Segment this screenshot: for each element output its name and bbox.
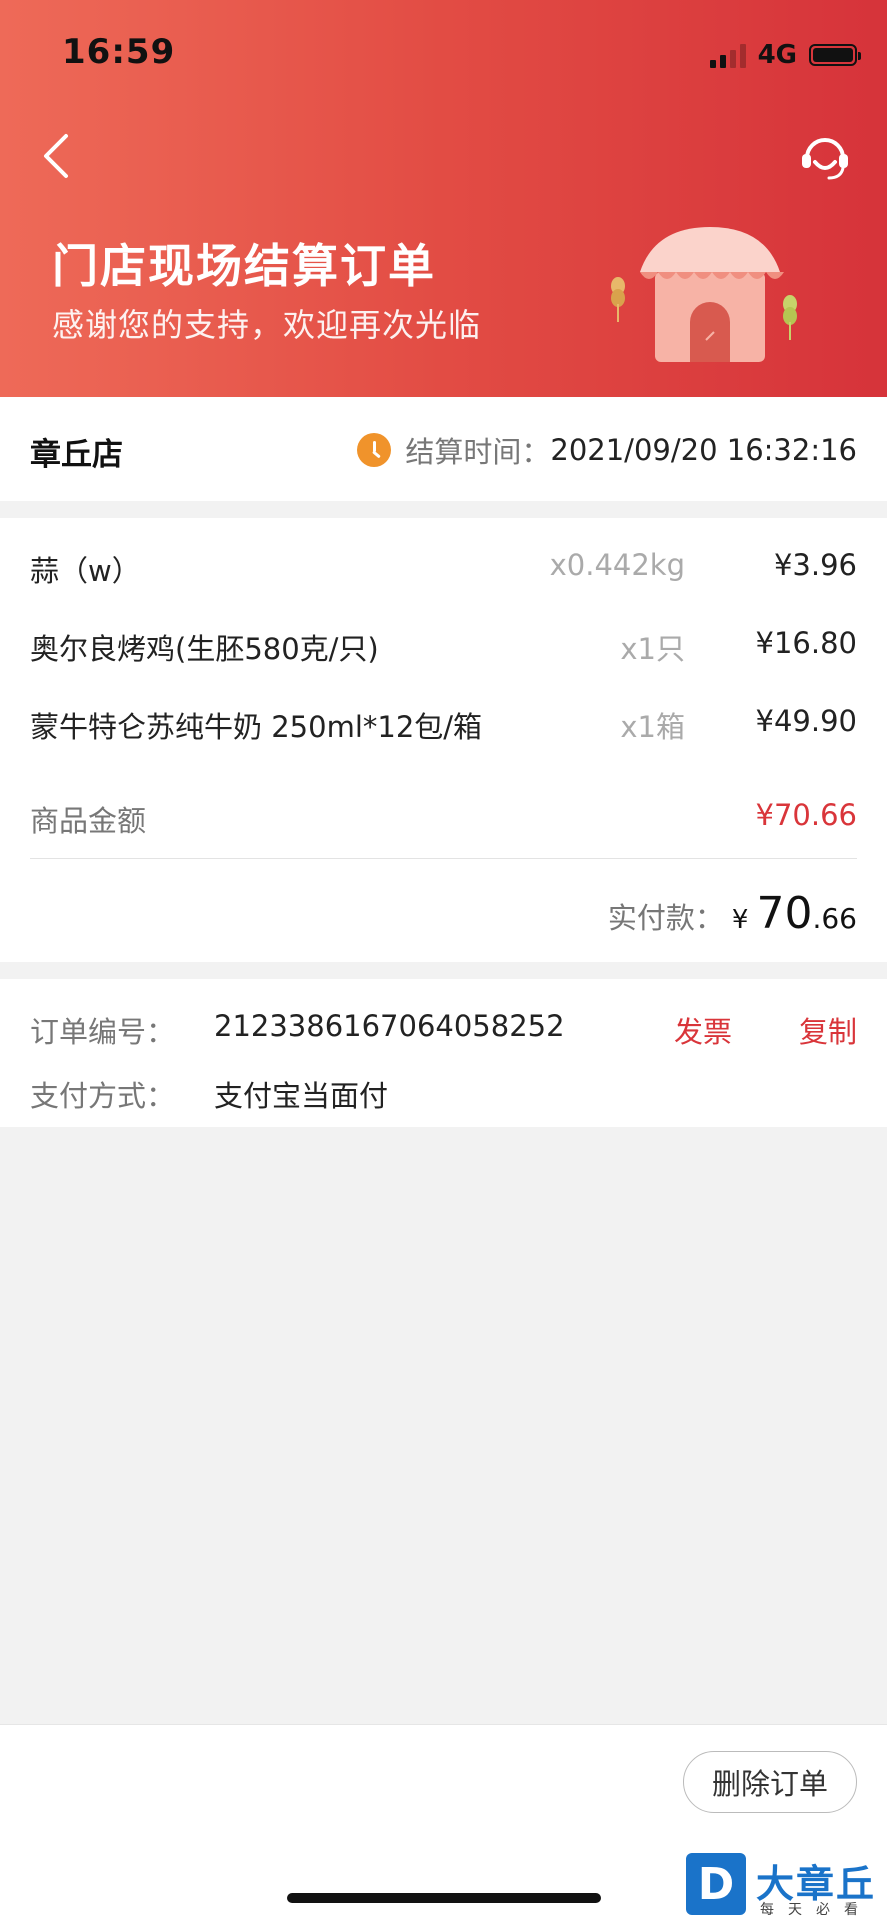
headset-icon	[802, 138, 848, 180]
amount-paid-integer: 70	[756, 888, 813, 939]
item-name: 蒙牛特仑苏纯牛奶 250ml*12包/箱	[30, 710, 483, 744]
battery-icon	[809, 44, 861, 66]
copy-link[interactable]: 复制	[799, 1009, 857, 1051]
item-quantity: x1箱	[620, 710, 685, 744]
status-indicators: 4G	[709, 40, 861, 70]
storefront-illustration	[611, 227, 797, 362]
items-section: 蒜（w） x0.442kg ¥3.96 奥尔良烤鸡(生胚580克/只) x1只 …	[0, 518, 887, 962]
payment-method-value: 支付宝当面付	[214, 1079, 389, 1113]
settle-time-label: 结算时间：	[405, 435, 551, 469]
item-name: 奥尔良烤鸡(生胚580克/只)	[30, 632, 379, 666]
bottom-action-bar: 删除订单 D 大章丘 每天必看	[0, 1724, 887, 1921]
item-price: ¥3.96	[773, 548, 857, 582]
home-indicator[interactable]	[287, 1893, 601, 1903]
list-item: 蒙牛特仑苏纯牛奶 250ml*12包/箱 x1箱 ¥49.90	[30, 704, 857, 754]
customer-service-button[interactable]	[795, 126, 855, 186]
amount-paid-label: 实付款：	[607, 901, 724, 935]
item-name: 蒜（w）	[30, 554, 141, 588]
clock-icon	[357, 433, 392, 467]
store-section: 章丘店 结算时间： 2021/09/20 16:32:16	[0, 397, 887, 501]
network-type: 4G	[757, 40, 797, 70]
signal-icon	[709, 42, 746, 68]
order-number-value: 2123386167064058252	[214, 1009, 565, 1043]
payment-method-label: 支付方式：	[30, 1079, 176, 1113]
amount-paid: 实付款： ¥ 70 .66	[608, 888, 857, 939]
chevron-left-icon	[44, 134, 68, 178]
divider	[30, 858, 857, 859]
order-header: 16:59 4G 门店现场结算订单 感谢您的支持，欢迎再次光临	[0, 0, 887, 397]
list-item: 奥尔良烤鸡(生胚580克/只) x1只 ¥16.80	[30, 626, 857, 676]
settle-time-value: 2021/09/20 16:32:16	[550, 433, 857, 467]
watermark-logo: D	[686, 1853, 746, 1915]
order-number-label: 订单编号：	[30, 1015, 176, 1049]
watermark-tagline: 每天必看	[760, 1902, 872, 1918]
page-subtitle: 感谢您的支持，欢迎再次光临	[52, 306, 482, 344]
item-price: ¥16.80	[755, 626, 857, 660]
watermark: D 大章丘 每天必看	[686, 1853, 886, 1921]
store-name: 章丘店	[30, 437, 123, 473]
amount-paid-decimal: .66	[812, 902, 857, 935]
item-quantity: x0.442kg	[549, 548, 685, 582]
settle-time-row: 结算时间： 2021/09/20 16:32:16	[357, 429, 857, 471]
delete-order-button[interactable]: 删除订单	[683, 1751, 857, 1813]
status-time: 16:59	[62, 32, 176, 72]
invoice-link[interactable]: 发票	[674, 1009, 732, 1051]
subtotal-value: ¥70.66	[755, 798, 857, 832]
order-info-section: 订单编号： 2123386167064058252 发票 复制 支付方式： 支付…	[0, 979, 887, 1127]
back-button[interactable]	[38, 128, 78, 184]
page-title: 门店现场结算订单	[52, 239, 436, 293]
subtotal-label: 商品金额	[30, 804, 147, 838]
item-quantity: x1只	[620, 632, 685, 666]
item-price: ¥49.90	[755, 704, 857, 738]
amount-paid-currency: ¥	[731, 905, 749, 935]
list-item: 蒜（w） x0.442kg ¥3.96	[30, 548, 857, 598]
